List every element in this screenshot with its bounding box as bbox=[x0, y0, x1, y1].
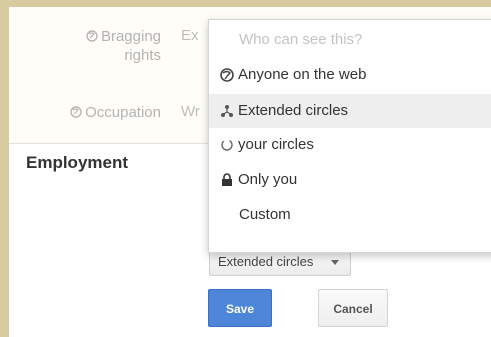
menu-item-label: Custom bbox=[239, 206, 291, 223]
menu-item-only-you[interactable]: Only you bbox=[209, 163, 491, 197]
menu-item-label: Extended circles bbox=[238, 102, 349, 119]
occupation-label: Occupation bbox=[49, 103, 161, 122]
visibility-dropdown-menu: Who can see this? Anyone on the web Exte… bbox=[208, 19, 491, 253]
employment-title: Employment bbox=[26, 153, 129, 172]
visibility-select-value: Extended circles bbox=[218, 254, 314, 269]
menu-item-label: Only you bbox=[238, 171, 298, 188]
globe-icon bbox=[70, 106, 82, 118]
save-button[interactable]: Save bbox=[208, 289, 272, 327]
occupation-label-text: Occupation bbox=[85, 104, 161, 121]
chevron-down-icon bbox=[331, 260, 339, 265]
bragging-rights-label-line1: Bragging bbox=[100, 28, 161, 45]
dropdown-header: Who can see this? bbox=[239, 31, 363, 48]
profile-edit-panel: Bragging rights Ex Occupation Wr Employm… bbox=[9, 7, 491, 337]
circles-icon bbox=[221, 139, 233, 151]
menu-item-label: Anyone on the web bbox=[238, 66, 367, 83]
menu-item-label: your circles bbox=[238, 136, 314, 153]
bragging-rights-value[interactable]: Ex bbox=[181, 27, 199, 44]
bragging-rights-label: Bragging rights bbox=[69, 27, 161, 65]
bragging-rights-label-line2: rights bbox=[124, 47, 161, 64]
cancel-button[interactable]: Cancel bbox=[318, 289, 388, 327]
occupation-value[interactable]: Wr bbox=[181, 103, 200, 120]
extended-circles-icon bbox=[221, 105, 233, 117]
globe-icon bbox=[220, 68, 234, 82]
menu-item-anyone-on-web[interactable]: Anyone on the web bbox=[209, 58, 491, 92]
menu-item-your-circles[interactable]: your circles bbox=[209, 128, 491, 162]
menu-item-custom[interactable]: Custom bbox=[209, 198, 491, 232]
globe-icon bbox=[86, 30, 98, 42]
menu-item-extended-circles[interactable]: Extended circles bbox=[209, 94, 491, 128]
lock-icon bbox=[222, 173, 232, 186]
